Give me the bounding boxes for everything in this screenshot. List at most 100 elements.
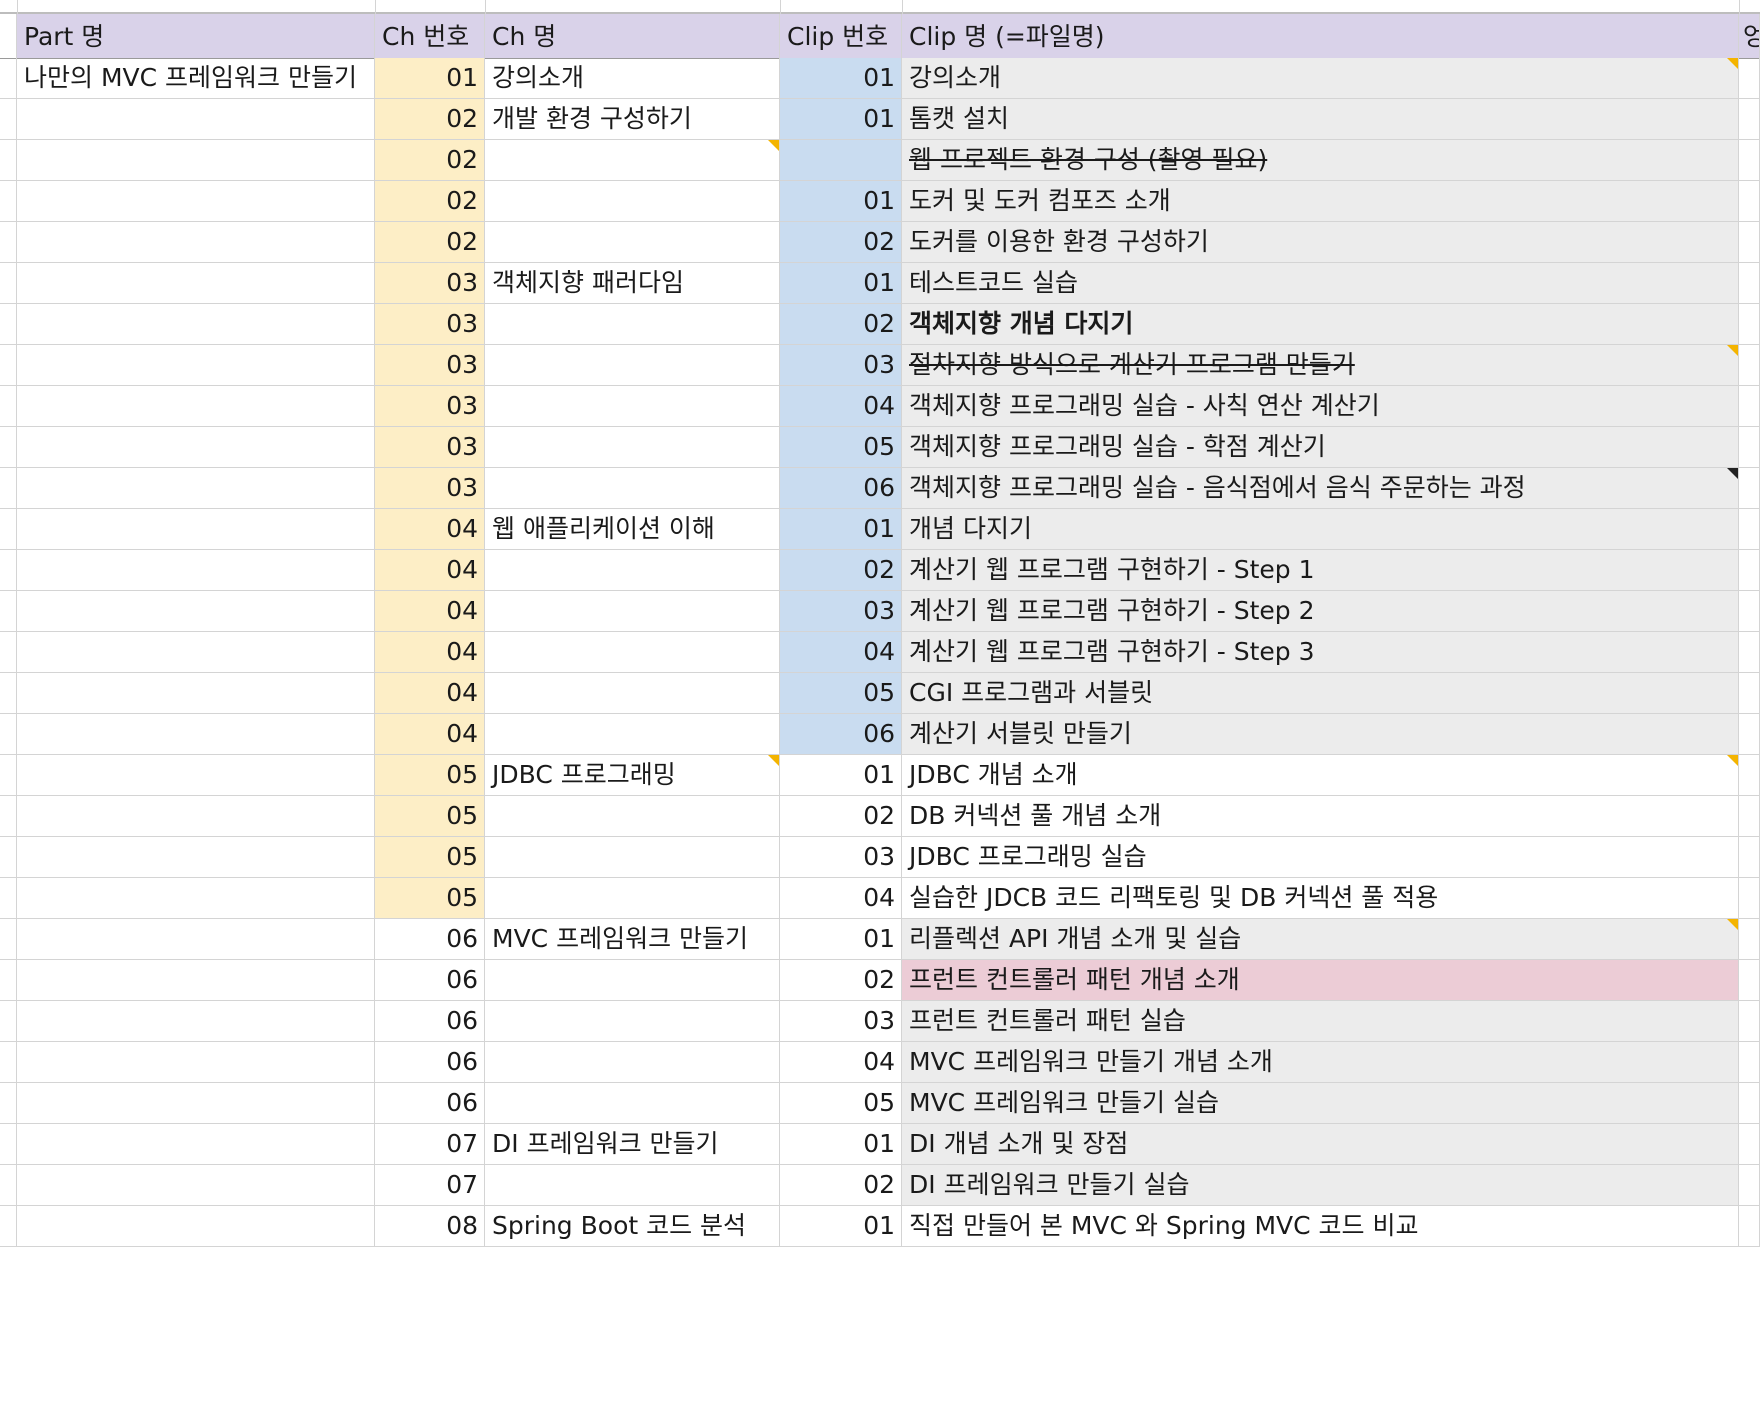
cell-clip-number[interactable]: 01 [780,1206,902,1247]
cell-clip-name[interactable]: 프런트 컨트롤러 패턴 개념 소개 [902,960,1739,1001]
cell-next-column[interactable] [1739,1206,1760,1247]
cell-clip-name[interactable]: JDBC 프로그래밍 실습 [902,837,1739,878]
cell-ch-number[interactable]: 03 [375,468,485,509]
cell-ch-name[interactable]: 객체지향 패러다임 [485,263,780,304]
cell-clip-name[interactable]: 도커 및 도커 컴포즈 소개 [902,181,1739,222]
cell-ch-name[interactable] [485,714,780,755]
cell-next-column[interactable] [1739,1001,1760,1042]
cell-part-name[interactable] [17,1206,375,1247]
cell-ch-number[interactable]: 05 [375,837,485,878]
cell-clip-name[interactable]: DI 개념 소개 및 장점 [902,1124,1739,1165]
cell-ch-name[interactable]: 강의소개 [485,58,780,99]
cell-next-column[interactable] [1739,1124,1760,1165]
cell-part-name[interactable] [17,427,375,468]
cell-next-column[interactable] [1739,755,1760,796]
cell-part-name[interactable] [17,222,375,263]
cell-clip-number[interactable]: 02 [780,304,902,345]
cell-next-column[interactable] [1739,919,1760,960]
cell-next-column[interactable] [1739,99,1760,140]
cell-part-name[interactable] [17,304,375,345]
cell-clip-name[interactable]: 강의소개 [902,58,1739,99]
cell-next-column[interactable] [1739,222,1760,263]
cell-ch-name[interactable]: DI 프레임워크 만들기 [485,1124,780,1165]
cell-clip-number[interactable]: 01 [780,263,902,304]
cell-next-column[interactable] [1739,878,1760,919]
cell-next-column[interactable] [1739,1083,1760,1124]
cell-clip-name[interactable]: 객체지향 개념 다지기 [902,304,1739,345]
cell-next-column[interactable] [1739,632,1760,673]
comment-marker-icon[interactable] [1727,345,1738,356]
cell-part-name[interactable] [17,509,375,550]
cell-part-name[interactable] [17,837,375,878]
cell-part-name[interactable] [17,796,375,837]
cell-ch-number[interactable]: 03 [375,427,485,468]
cell-clip-name[interactable]: 직접 만들어 본 MVC 와 Spring MVC 코드 비교 [902,1206,1739,1247]
comment-marker-icon[interactable] [1727,58,1738,69]
cell-next-column[interactable] [1739,1165,1760,1206]
cell-clip-name[interactable]: MVC 프레임워크 만들기 개념 소개 [902,1042,1739,1083]
cell-clip-number[interactable]: 04 [780,878,902,919]
cell-ch-name[interactable]: 개발 환경 구성하기 [485,99,780,140]
cell-ch-number[interactable]: 04 [375,509,485,550]
header-next-column[interactable]: 엉 [1739,14,1760,59]
cell-ch-number[interactable]: 07 [375,1124,485,1165]
cell-clip-name[interactable]: DB 커넥션 풀 개념 소개 [902,796,1739,837]
cell-ch-name[interactable] [485,304,780,345]
cell-ch-number[interactable]: 04 [375,714,485,755]
cell-clip-name[interactable]: 리플렉션 API 개념 소개 및 실습 [902,919,1739,960]
cell-part-name[interactable]: 나만의 MVC 프레임워크 만들기 [17,58,375,99]
cell-clip-name[interactable]: 객체지향 프로그래밍 실습 - 학점 계산기 [902,427,1739,468]
comment-marker-icon[interactable] [768,755,779,766]
cell-clip-name[interactable]: 절차지향 방식으로 계산기 프로그램 만들기 [902,345,1739,386]
cell-part-name[interactable] [17,1083,375,1124]
cell-ch-name[interactable] [485,796,780,837]
cell-clip-number[interactable]: 05 [780,427,902,468]
cell-clip-name[interactable]: 계산기 웹 프로그램 구현하기 - Step 3 [902,632,1739,673]
cell-clip-number[interactable]: 06 [780,468,902,509]
cell-clip-name[interactable]: 객체지향 프로그래밍 실습 - 사칙 연산 계산기 [902,386,1739,427]
cell-ch-number[interactable]: 02 [375,181,485,222]
cell-ch-number[interactable]: 05 [375,796,485,837]
cell-clip-name[interactable]: 개념 다지기 [902,509,1739,550]
cell-ch-number[interactable]: 03 [375,304,485,345]
cell-clip-name[interactable]: 계산기 웹 프로그램 구현하기 - Step 1 [902,550,1739,591]
cell-ch-name[interactable] [485,960,780,1001]
cell-clip-number[interactable]: 05 [780,1083,902,1124]
cell-part-name[interactable] [17,673,375,714]
cell-clip-number[interactable]: 02 [780,550,902,591]
cell-part-name[interactable] [17,99,375,140]
cell-ch-name[interactable] [485,222,780,263]
cell-ch-number[interactable]: 02 [375,222,485,263]
cell-ch-name[interactable]: MVC 프레임워크 만들기 [485,919,780,960]
cell-ch-name[interactable] [485,591,780,632]
cell-next-column[interactable] [1739,796,1760,837]
cell-clip-name[interactable]: 객체지향 프로그래밍 실습 - 음식점에서 음식 주문하는 과정 [902,468,1739,509]
cell-part-name[interactable] [17,263,375,304]
cell-clip-name[interactable]: 도커를 이용한 환경 구성하기 [902,222,1739,263]
cell-part-name[interactable] [17,181,375,222]
cell-clip-name[interactable]: 웹 프로젝트 환경 구성 (촬영 필요) [902,140,1739,181]
cell-ch-name[interactable] [485,1042,780,1083]
cell-ch-name[interactable] [485,427,780,468]
cell-part-name[interactable] [17,1042,375,1083]
cell-ch-number[interactable]: 04 [375,673,485,714]
cell-next-column[interactable] [1739,58,1760,99]
cell-clip-number[interactable]: 01 [780,1124,902,1165]
cell-ch-number[interactable]: 02 [375,140,485,181]
cell-part-name[interactable] [17,591,375,632]
cell-part-name[interactable] [17,1124,375,1165]
cell-ch-number[interactable]: 03 [375,345,485,386]
cell-ch-number[interactable]: 06 [375,960,485,1001]
cell-clip-number[interactable]: 04 [780,632,902,673]
cell-next-column[interactable] [1739,427,1760,468]
cell-ch-number[interactable]: 03 [375,386,485,427]
cell-ch-number[interactable]: 06 [375,919,485,960]
cell-clip-name[interactable]: CGI 프로그램과 서블릿 [902,673,1739,714]
comment-marker-icon[interactable] [1727,755,1738,766]
cell-next-column[interactable] [1739,263,1760,304]
cell-part-name[interactable] [17,878,375,919]
cell-next-column[interactable] [1739,140,1760,181]
cell-next-column[interactable] [1739,591,1760,632]
cell-next-column[interactable] [1739,1042,1760,1083]
cell-next-column[interactable] [1739,181,1760,222]
